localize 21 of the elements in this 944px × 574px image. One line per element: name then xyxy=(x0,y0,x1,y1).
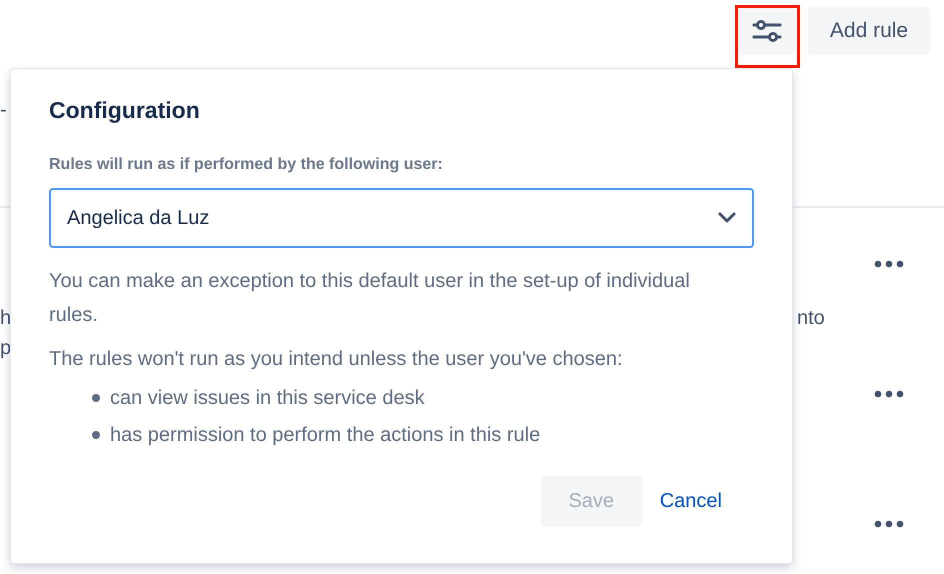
more-icon[interactable] xyxy=(874,520,904,528)
settings-button[interactable] xyxy=(738,7,795,55)
list-item-text: has permission to perform the actions in this rule xyxy=(110,422,540,448)
text-fragment: p xyxy=(0,336,12,361)
more-icon[interactable] xyxy=(874,390,904,398)
paragraph-text: The rules won't run as you intend unless the user you've chosen: xyxy=(49,346,624,372)
cancel-link[interactable]: Cancel xyxy=(648,476,734,527)
bullet-icon xyxy=(92,431,100,440)
paragraph-text: You can make an exception to this default user in the set-up of individual rules. xyxy=(49,268,691,328)
more-icon[interactable] xyxy=(874,260,904,268)
text-fragment: nto xyxy=(797,306,825,331)
field-label: Rules will run as if performed by the following user: xyxy=(49,154,444,175)
text-fragment: h xyxy=(0,306,12,331)
chevron-icon xyxy=(718,212,736,224)
settings-icon xyxy=(752,19,782,43)
list-item-text: can view issues in this service desk xyxy=(110,386,425,411)
user-select[interactable]: Angelica da Luz xyxy=(49,188,754,248)
text-fragment: - xyxy=(0,99,7,121)
dialog-title: Configuration xyxy=(49,97,201,125)
add-rule-button[interactable]: Add rule xyxy=(808,7,930,55)
bullet-icon xyxy=(92,394,100,402)
